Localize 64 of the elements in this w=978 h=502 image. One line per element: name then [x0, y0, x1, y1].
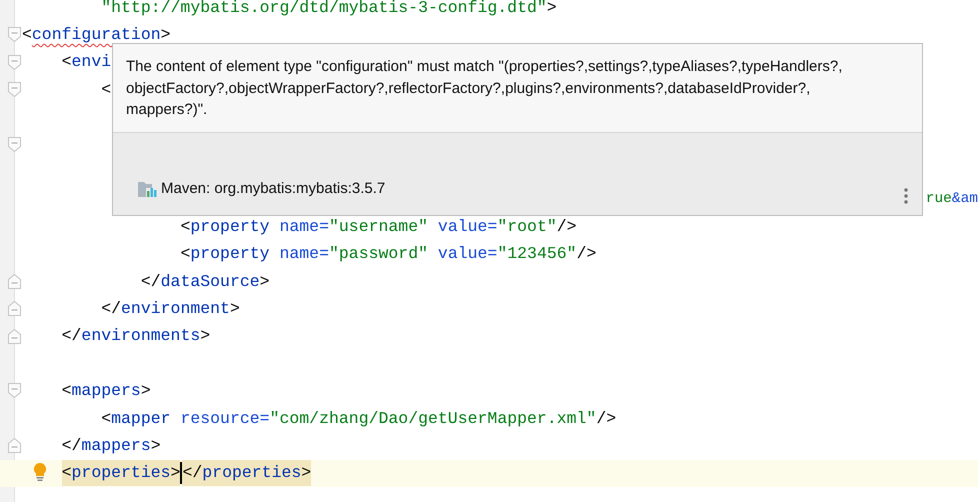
- code-token: "http://mybatis.org/dtd/mybatis-3-config.dtd": [101, 0, 547, 17]
- fold-start-icon[interactable]: [8, 136, 21, 152]
- error-message: The content of element type "configuration" must match "(properties?,settings?,typeAliases?,typeHandlers?,objectFactory?,objectWrapperFactory?,reflectorFactory?,plugins?,environments?,databaseIdProvider?,mappers?)".: [126, 57, 844, 120]
- code-token: >: [140, 382, 151, 400]
- code-token: configuration: [32, 26, 161, 44]
- code-token: >: [546, 0, 557, 17]
- fold-start-icon[interactable]: [8, 383, 21, 398]
- code-token: <: [62, 53, 72, 72]
- code-token: properties: [202, 460, 302, 486]
- code-token: name=: [279, 245, 329, 264]
- code-token: </: [101, 300, 122, 318]
- library-source: Maven: org.mybatis:mybatis:3.5.7: [161, 178, 386, 198]
- code-token: />: [596, 410, 616, 428]
- code-token: />: [556, 218, 577, 236]
- code-token: <: [180, 218, 190, 236]
- more-options-button[interactable]: [902, 186, 910, 206]
- fold-end-icon[interactable]: [8, 438, 21, 454]
- code-token: </: [62, 436, 82, 455]
- code-token: >: [260, 272, 270, 291]
- code-token: name=: [279, 218, 329, 236]
- code-token: <: [101, 410, 112, 428]
- more-icon: [904, 188, 908, 204]
- code-token: environment: [121, 300, 230, 318]
- code-token: >: [160, 26, 171, 44]
- code-token: "password": [328, 245, 428, 264]
- library-icon: [138, 180, 157, 197]
- code-token: >: [200, 327, 210, 346]
- fold-start-icon[interactable]: [8, 54, 21, 70]
- fold-end-icon[interactable]: [8, 301, 21, 316]
- code-token: value=: [438, 218, 498, 236]
- code-token: mappers: [72, 382, 141, 400]
- code-token: properties: [72, 460, 171, 486]
- code-token: envi: [72, 53, 112, 72]
- code-token: >: [301, 460, 312, 486]
- code-token: >: [230, 300, 240, 318]
- code-token: mapper: [111, 410, 171, 428]
- code-token: "123456": [497, 245, 577, 264]
- code-token: value=: [438, 245, 498, 264]
- code-token: environments: [81, 327, 200, 346]
- code-token: <: [62, 460, 72, 486]
- code-token: "com/zhang/Dao/getUserMapper.xml": [270, 410, 596, 428]
- code-token: </: [182, 460, 202, 486]
- code-token: <: [180, 245, 190, 264]
- code-token: </: [140, 272, 161, 291]
- code-token: resource=: [180, 410, 270, 428]
- code-token: dataSource: [160, 272, 260, 291]
- code-token: property: [190, 245, 270, 264]
- code-token: &am: [952, 190, 978, 208]
- code-token: <: [62, 382, 72, 400]
- code-token: mappers: [81, 436, 151, 455]
- code-token: >: [170, 460, 180, 486]
- code-token: property: [190, 218, 270, 236]
- code-token: "username": [328, 218, 428, 236]
- code-token: />: [576, 245, 596, 264]
- code-token: "root": [497, 218, 557, 236]
- code-token: </: [62, 327, 82, 346]
- code-token: <: [22, 26, 32, 44]
- code-token: rue: [926, 190, 952, 208]
- code-token: <: [101, 80, 112, 99]
- text-caret: [180, 462, 182, 484]
- fold-start-icon[interactable]: [8, 82, 21, 98]
- fold-start-icon[interactable]: [8, 27, 21, 42]
- lightbulb-icon[interactable]: [33, 462, 47, 482]
- code-token: >: [150, 436, 161, 455]
